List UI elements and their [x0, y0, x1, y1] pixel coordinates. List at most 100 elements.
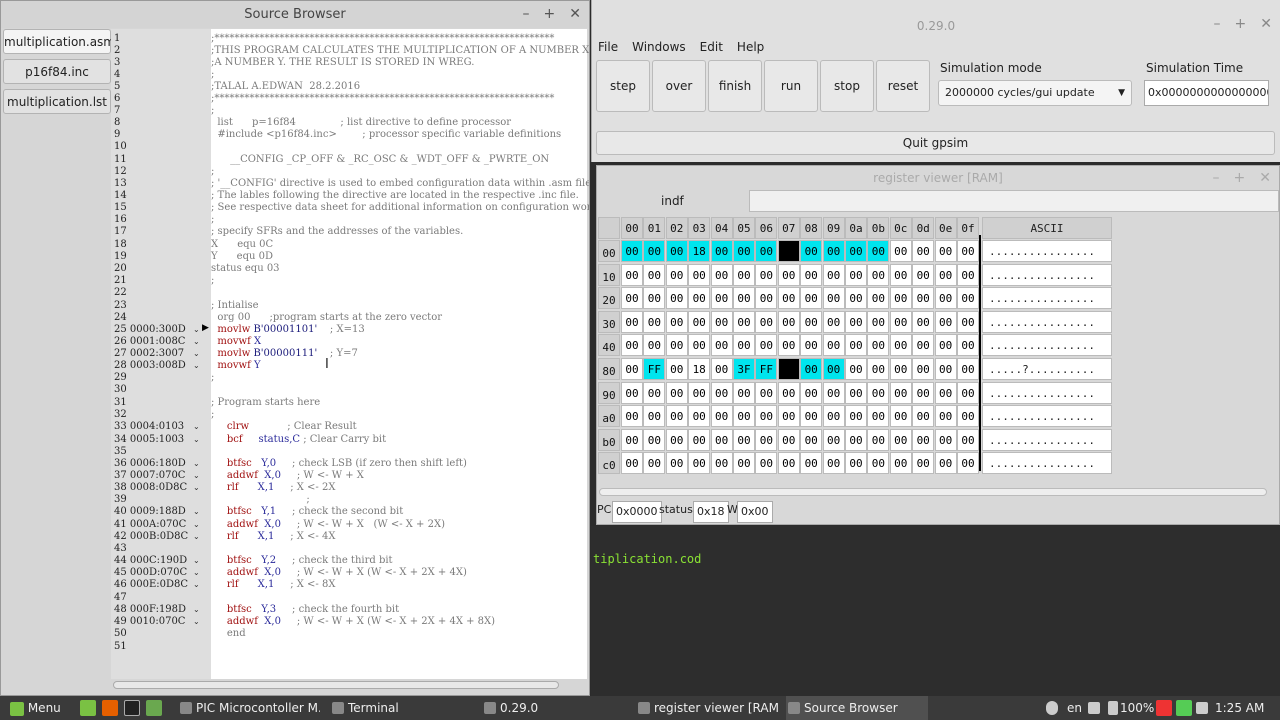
- register-cell[interactable]: 00: [710, 310, 733, 333]
- register-cell[interactable]: 00: [710, 358, 733, 380]
- register-cell[interactable]: 00: [889, 452, 912, 475]
- breakpoint-toggle-icon[interactable]: ⌄: [193, 348, 200, 360]
- breakpoint-toggle-icon[interactable]: ⌄: [193, 336, 200, 348]
- simulation-time-field[interactable]: 0x0000000000000000: [1144, 80, 1269, 106]
- register-cell[interactable]: 00: [889, 263, 912, 286]
- register-cell[interactable]: 00: [889, 334, 912, 357]
- register-cell[interactable]: 00: [755, 310, 778, 333]
- taskbar-item[interactable]: register viewer [RAM]: [636, 696, 778, 720]
- run-button[interactable]: run: [764, 60, 818, 112]
- register-cell[interactable]: 00: [643, 240, 666, 262]
- register-cell[interactable]: 00: [889, 405, 912, 428]
- user-icon[interactable]: [1046, 701, 1058, 715]
- register-cell[interactable]: 00: [957, 240, 979, 262]
- register-cell[interactable]: 00: [800, 334, 823, 357]
- register-cell[interactable]: 00: [710, 287, 733, 310]
- breakpoint-toggle-icon[interactable]: ⌄: [193, 531, 200, 543]
- horizontal-scrollbar[interactable]: [599, 488, 1267, 496]
- register-cell[interactable]: 00: [934, 263, 957, 286]
- register-cell[interactable]: 00: [777, 405, 800, 428]
- register-cell[interactable]: 00: [621, 263, 643, 286]
- register-cell[interactable]: 00: [867, 428, 890, 451]
- register-cell[interactable]: 00: [912, 405, 935, 428]
- register-cell[interactable]: 00: [621, 381, 643, 404]
- register-cell[interactable]: 00: [845, 334, 867, 357]
- register-cell[interactable]: 00: [755, 334, 778, 357]
- register-cell[interactable]: 00: [889, 428, 912, 451]
- register-cell[interactable]: 00: [643, 263, 666, 286]
- register-cell[interactable]: 00: [755, 263, 778, 286]
- register-cell[interactable]: 00: [957, 452, 979, 475]
- register-cell[interactable]: 00: [665, 428, 688, 451]
- register-cell[interactable]: 00: [867, 358, 890, 380]
- register-cell[interactable]: 00: [643, 452, 666, 475]
- register-cell[interactable]: 00: [889, 310, 912, 333]
- minimize-icon[interactable]: –: [523, 1, 530, 28]
- menu-windows[interactable]: Windows: [632, 40, 686, 54]
- update-icon[interactable]: [1156, 700, 1172, 716]
- register-cell[interactable]: 00: [777, 381, 800, 404]
- register-cell[interactable]: 00: [733, 428, 755, 451]
- register-cell[interactable]: 00: [777, 263, 800, 286]
- simulation-mode-select[interactable]: 2000000 cycles/gui update ▼: [938, 80, 1132, 106]
- breakpoint-toggle-icon[interactable]: ⌄: [193, 421, 200, 433]
- register-cell[interactable]: 00: [867, 287, 890, 310]
- register-cell[interactable]: 00: [845, 263, 867, 286]
- register-cell[interactable]: 00: [755, 452, 778, 475]
- register-cell[interactable]: 00: [710, 334, 733, 357]
- register-cell[interactable]: 00: [643, 405, 666, 428]
- register-cell[interactable]: 00: [665, 405, 688, 428]
- terminal-window[interactable]: tiplication.cod: [591, 526, 1280, 696]
- maximize-icon[interactable]: +: [1235, 16, 1247, 32]
- register-cell[interactable]: 00: [733, 310, 755, 333]
- taskbar-item[interactable]: PIC Microcontoller M...: [178, 696, 320, 720]
- menu-button[interactable]: Menu: [10, 696, 61, 720]
- register-cell[interactable]: 00: [934, 428, 957, 451]
- register-cell[interactable]: 00: [777, 334, 800, 357]
- register-cell[interactable]: 00: [845, 405, 867, 428]
- register-cell[interactable]: 00: [934, 310, 957, 333]
- register-cell[interactable]: 00: [755, 240, 778, 262]
- register-cell[interactable]: 00: [889, 381, 912, 404]
- register-cell[interactable]: 00: [643, 310, 666, 333]
- register-cell[interactable]: 00: [733, 263, 755, 286]
- register-cell[interactable]: 18: [688, 358, 711, 380]
- register-cell[interactable]: 00: [957, 405, 979, 428]
- clock[interactable]: 1:25 AM: [1215, 696, 1264, 720]
- register-cell[interactable]: 00: [665, 263, 688, 286]
- register-cell[interactable]: 00: [934, 381, 957, 404]
- register-cell[interactable]: 00: [867, 381, 890, 404]
- register-cell[interactable]: 00: [643, 334, 666, 357]
- register-cell[interactable]: 00: [800, 405, 823, 428]
- register-cell[interactable]: 00: [688, 381, 711, 404]
- register-cell[interactable]: 00: [665, 358, 688, 380]
- register-cell[interactable]: 00: [800, 310, 823, 333]
- register-cell[interactable]: 00: [643, 381, 666, 404]
- firefox-icon[interactable]: [102, 700, 118, 716]
- register-cell[interactable]: 00: [733, 452, 755, 475]
- maximize-icon[interactable]: +: [544, 1, 556, 28]
- register-cell[interactable]: 00: [665, 452, 688, 475]
- minimize-icon[interactable]: –: [1213, 166, 1220, 190]
- register-cell[interactable]: 3F: [733, 358, 755, 380]
- breakpoint-toggle-icon[interactable]: ⌄: [193, 519, 200, 531]
- close-icon[interactable]: ✕: [1260, 16, 1272, 32]
- breakpoint-toggle-icon[interactable]: ⌄: [193, 567, 200, 579]
- register-cell[interactable]: 00: [845, 287, 867, 310]
- register-cell[interactable]: 00: [889, 240, 912, 262]
- register-cell[interactable]: 00: [800, 240, 823, 262]
- register-cell[interactable]: 00: [710, 452, 733, 475]
- register-cell[interactable]: 00: [822, 381, 845, 404]
- register-cell[interactable]: 00: [845, 310, 867, 333]
- register-cell[interactable]: 00: [912, 381, 935, 404]
- register-cell[interactable]: 00: [912, 263, 935, 286]
- register-cell[interactable]: 00: [643, 428, 666, 451]
- register-cell[interactable]: 00: [777, 428, 800, 451]
- menu-help[interactable]: Help: [737, 40, 764, 54]
- register-cell[interactable]: 00: [688, 405, 711, 428]
- close-icon[interactable]: ✕: [1259, 166, 1271, 190]
- register-cell[interactable]: 00: [912, 240, 935, 262]
- breakpoint-toggle-icon[interactable]: ⌄: [193, 579, 200, 591]
- register-cell[interactable]: [777, 240, 800, 262]
- register-cell[interactable]: 00: [957, 358, 979, 380]
